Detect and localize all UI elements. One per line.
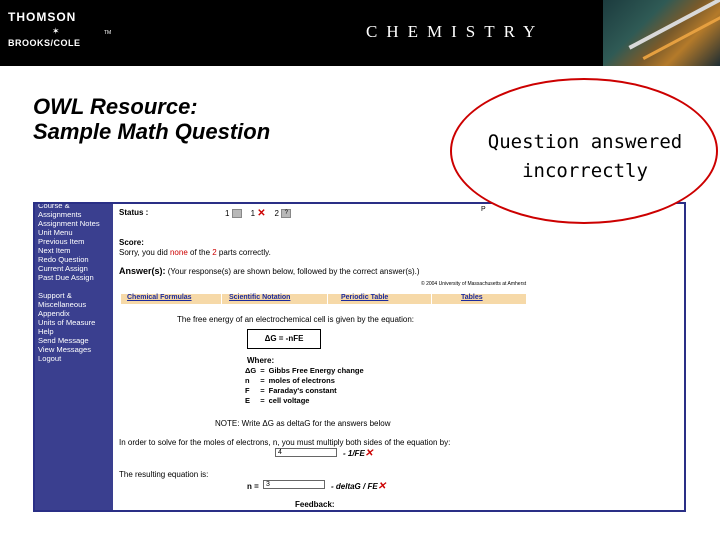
owl-screenshot: Course & Assignments Assignment Notes Un… — [33, 202, 686, 512]
attempt-1: 1 — [225, 209, 230, 218]
def-row: F = Faraday's constant — [245, 386, 337, 395]
nav-item-appendix[interactable]: Appendix — [35, 309, 113, 318]
header-bar: THOMSON ✶ BROOKS/COLE TM CHEMISTRY — [0, 0, 720, 66]
where-label: Where: — [247, 356, 275, 365]
incorrect-x-icon: ✕ — [377, 481, 387, 492]
slide-title-line1: OWL Resource: — [33, 94, 198, 119]
nav-item-miscellaneous[interactable]: Miscellaneous — [35, 300, 113, 309]
thomson-brooks-cole-logo: THOMSON ✶ BROOKS/COLE TM — [0, 0, 115, 66]
page-mark: P — [481, 206, 486, 213]
n-label: n = — [247, 482, 259, 491]
copyright: © 2004 University of Massachusetts at Am… — [421, 281, 527, 287]
nav-item-send-message[interactable]: Send Message — [35, 336, 113, 345]
status-label: Status : — [119, 208, 149, 217]
nav-item-view-messages[interactable]: View Messages — [35, 345, 113, 354]
def-row: ΔG = Gibbs Free Energy change — [245, 366, 364, 375]
callout-line1: Question answered — [487, 131, 683, 153]
nav-item-logout[interactable]: Logout — [35, 354, 113, 363]
nav-item-unit-menu[interactable]: Unit Menu — [35, 228, 113, 237]
answer-input-2[interactable]: 3 — [263, 480, 325, 489]
answer-line: Answer(s): (Your response(s) are shown b… — [119, 266, 420, 276]
score-label: Score: — [119, 238, 144, 247]
publisher-top: THOMSON — [8, 10, 77, 24]
nav-item-redo-question[interactable]: Redo Question — [35, 255, 113, 264]
status-attempts: 1 1 ✕ 2 ? — [225, 208, 292, 219]
subject-title: CHEMISTRY — [366, 22, 545, 41]
callout-text: Question answered incorrectly — [460, 128, 710, 186]
nav-item-previous-item[interactable]: Previous Item — [35, 237, 113, 246]
note-text: NOTE: Write ΔG as deltaG for the answers… — [215, 419, 391, 428]
owl-sidebar: Course & Assignments Assignment Notes Un… — [35, 204, 113, 510]
callout-line2: incorrectly — [522, 160, 648, 182]
equation-box: ΔG = -nFE — [247, 329, 321, 349]
tab-scientific-notation[interactable]: Scientific Notation — [229, 294, 290, 301]
nav-item-units-of-measure[interactable]: Units of Measure — [35, 318, 113, 327]
score-text: Sorry, you did none of the 2 parts corre… — [119, 248, 271, 257]
definitions-table: ΔG = Gibbs Free Energy change n = moles of e… — [245, 366, 368, 406]
slide-title-line2: Sample Math Question — [33, 119, 271, 144]
nav-item-past-due-assign[interactable]: Past Due Assign — [35, 273, 113, 282]
tab-tables[interactable]: Tables — [461, 294, 483, 301]
answer-note: (Your response(s) are shown below, follo… — [167, 267, 420, 276]
attempt-box-icon — [231, 209, 242, 219]
slide-title: OWL Resource: Sample Math Question — [33, 94, 270, 144]
incorrect-x-icon: ✕ — [257, 208, 266, 219]
nav-item-current-assign[interactable]: Current Assign — [35, 264, 113, 273]
score-none: none — [169, 248, 188, 257]
answer-input-1[interactable]: 4 — [275, 448, 337, 457]
tab-periodic-table[interactable]: Periodic Table — [341, 294, 388, 301]
nav-item-assignments[interactable]: Assignments — [35, 210, 113, 219]
equation-text: ΔG = -nFE — [264, 334, 304, 343]
nav-item-course[interactable]: Course & — [35, 204, 113, 210]
nav-item-assignment-notes[interactable]: Assignment Notes — [35, 219, 113, 228]
input1-suffix: - 1/FE✕ — [343, 448, 374, 459]
input2-suffix: - deltaG / FE✕ — [331, 481, 387, 492]
help-box-icon[interactable]: ? — [281, 209, 292, 219]
answer-label: Answer(s): — [119, 266, 166, 276]
trademark: TM — [104, 30, 112, 36]
nav-item-support[interactable]: Support & — [35, 291, 113, 300]
reference-tabs: Chemical Formulas Scientific Notation Pe… — [121, 294, 526, 304]
tab-chemical-formulas[interactable]: Chemical Formulas — [127, 294, 192, 301]
incorrect-x-icon: ✕ — [364, 448, 374, 459]
publisher-bottom: BROOKS/COLE — [8, 38, 81, 48]
star-icon: ✶ — [52, 26, 60, 36]
feedback-label: Feedback: — [295, 500, 335, 509]
attempt-2: 1 — [250, 209, 256, 218]
header-photo — [603, 0, 720, 66]
instruction-text: In order to solve for the moles of elect… — [119, 438, 451, 447]
question-intro: The free energy of an electrochemical ce… — [177, 315, 415, 324]
def-row: E = cell voltage — [245, 396, 310, 405]
result-label: The resulting equation is: — [119, 470, 209, 479]
nav-item-help[interactable]: Help — [35, 327, 113, 336]
def-row: n = moles of electrons — [245, 376, 335, 385]
nav-item-next-item[interactable]: Next Item — [35, 246, 113, 255]
owl-main: Status : 1 1 ✕ 2 ? P Score: Sorry, you d… — [115, 204, 684, 510]
attempt-3: 2 — [274, 209, 279, 218]
